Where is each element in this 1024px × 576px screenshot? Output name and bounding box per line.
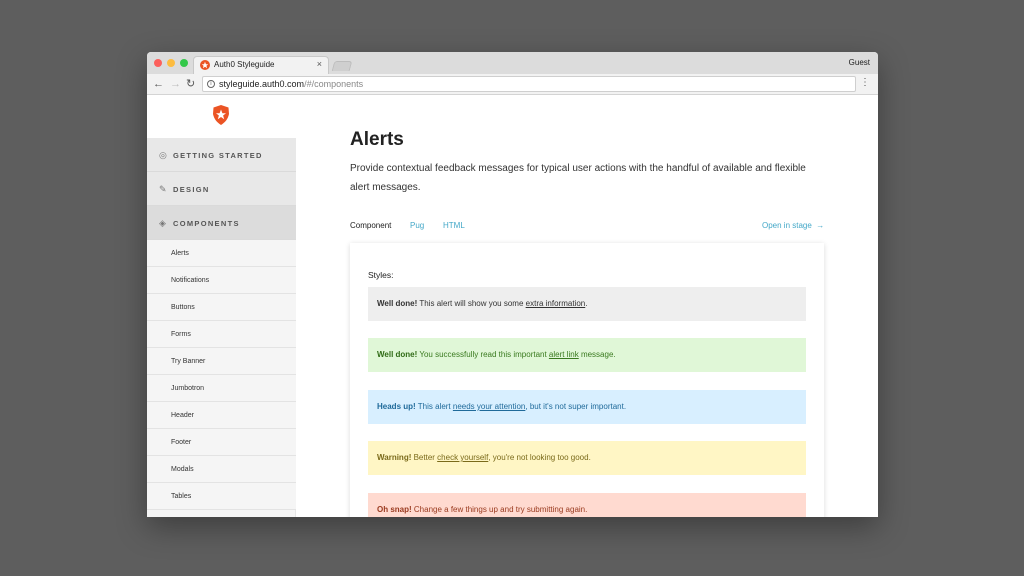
main-content: Alerts Provide contextual feedback messa… [296, 95, 878, 517]
alert-text: Warning! Better check yourself, you're n… [377, 453, 591, 462]
address-bar[interactable]: i styleguide.auth0.com/#/components [202, 76, 856, 92]
alert-text: Well done! You successfully read this im… [377, 350, 616, 359]
alert-message: This alert [415, 402, 453, 411]
alert-strong: Warning! [377, 453, 412, 462]
alert-message-end: message. [578, 350, 616, 359]
sidebar-section-design[interactable]: ✎ DESIGN [147, 172, 296, 206]
info-icon[interactable]: i [207, 80, 215, 88]
new-tab-button[interactable] [331, 61, 353, 71]
alert-strong: Well done! [377, 350, 418, 359]
tab-title: Auth0 Styleguide [214, 60, 275, 69]
tab-html[interactable]: HTML [443, 221, 465, 230]
alert-link[interactable]: alert link [549, 350, 579, 359]
auth0-logo-icon[interactable] [212, 105, 230, 125]
sidebar-item-forms[interactable]: Forms [147, 321, 296, 348]
close-window-button[interactable] [154, 59, 162, 67]
forward-arrow-icon[interactable]: → [170, 77, 181, 91]
alert-message-end: , but it's not super important. [525, 402, 627, 411]
sidebar-item-label: Tables [171, 493, 192, 500]
sidebar-item-label: Try Banner [171, 358, 206, 365]
url-text[interactable]: styleguide.auth0.com/#/components [219, 79, 363, 89]
sidebar-section-label: GETTING STARTED [173, 151, 263, 160]
url-host: styleguide.auth0.com [219, 79, 305, 89]
alert-message: Change a few things up and try submittin… [411, 505, 588, 514]
reload-icon[interactable]: ↻ [186, 77, 195, 91]
alert-warning: Warning! Better check yourself, you're n… [368, 441, 806, 475]
sidebar-item-jumbotron[interactable]: Jumbotron [147, 375, 296, 402]
sidebar-item-label: Forms [171, 331, 191, 338]
alert-link[interactable]: extra information [526, 299, 586, 308]
sidebar-item-footer[interactable]: Footer [147, 429, 296, 456]
alert-strong: Heads up! [377, 402, 416, 411]
page-title: Alerts [350, 129, 404, 150]
sidebar-item-header[interactable]: Header [147, 402, 296, 429]
sidebar-item-label: Notifications [171, 277, 210, 284]
alert-text: Well done! This alert will show you some… [377, 299, 587, 308]
tab-close-icon[interactable]: × [317, 59, 322, 69]
profile-label[interactable]: Guest [849, 58, 870, 67]
alert-message-end: , you're not looking too good. [488, 453, 591, 462]
maximize-window-button[interactable] [180, 59, 188, 67]
sidebar-item-notifications[interactable]: Notifications [147, 267, 296, 294]
alert-strong: Well done! [377, 299, 418, 308]
sidebar-section-label: COMPONENTS [173, 219, 240, 228]
sidebar-section-components[interactable]: ◈ COMPONENTS [147, 206, 296, 240]
alert-text: Heads up! This alert needs your attentio… [377, 402, 626, 411]
arrow-right-icon: → [816, 221, 825, 230]
pencil-icon: ✎ [159, 184, 167, 194]
sidebar: ◎ GETTING STARTED ✎ DESIGN ◈ COMPONENTS … [147, 95, 296, 517]
layers-icon: ◈ [159, 218, 166, 228]
auth0-favicon-icon [200, 60, 210, 70]
browser-tab[interactable]: Auth0 Styleguide × [193, 56, 329, 74]
title-bar: Auth0 Styleguide × Guest [147, 52, 878, 74]
open-in-stage-link[interactable]: Open in stage → [762, 221, 824, 230]
alert-link[interactable]: check yourself [437, 453, 488, 462]
alert-text: Oh snap! Change a few things up and try … [377, 505, 587, 514]
sidebar-item-label: Jumbotron [171, 385, 205, 392]
sidebar-item-label: Footer [171, 439, 192, 446]
styles-label: Styles: [368, 270, 394, 280]
tab-component[interactable]: Component [350, 221, 391, 230]
alert-info: Heads up! This alert needs your attentio… [368, 390, 806, 424]
alert-success: Well done! You successfully read this im… [368, 338, 806, 372]
component-preview-card: Styles: Well done! This alert will show … [350, 243, 824, 517]
sidebar-section-label: DESIGN [173, 185, 210, 194]
alert-message: You successfully read this important [417, 350, 549, 359]
alert-message: Better [411, 453, 438, 462]
tab-pug[interactable]: Pug [410, 221, 424, 230]
alert-default: Well done! This alert will show you some… [368, 287, 806, 321]
sidebar-item-label: Header [171, 412, 194, 419]
back-arrow-icon[interactable]: ← [153, 77, 164, 91]
browser-menu-icon[interactable]: ⋮ [860, 77, 870, 88]
alert-message: This alert will show you some [417, 299, 526, 308]
address-toolbar: ← → ↻ i styleguide.auth0.com/#/component… [147, 74, 878, 95]
alert-danger: Oh snap! Change a few things up and try … [368, 493, 806, 517]
sidebar-item-buttons[interactable]: Buttons [147, 294, 296, 321]
url-path: /#/components [304, 79, 364, 89]
sidebar-item-label: Alerts [171, 250, 189, 257]
page-description: Provide contextual feedback messages for… [350, 163, 806, 193]
browser-window: Auth0 Styleguide × Guest ← → ↻ i stylegu… [147, 52, 878, 517]
minimize-window-button[interactable] [167, 59, 175, 67]
alert-message-end: . [585, 299, 588, 308]
sidebar-item-try-banner[interactable]: Try Banner [147, 348, 296, 375]
logo-area [147, 95, 296, 138]
sidebar-section-getting-started[interactable]: ◎ GETTING STARTED [147, 138, 296, 172]
sidebar-item-tables[interactable]: Tables [147, 483, 296, 510]
page: ◎ GETTING STARTED ✎ DESIGN ◈ COMPONENTS … [147, 95, 878, 517]
alert-link[interactable]: needs your attention [453, 402, 526, 411]
target-icon: ◎ [159, 150, 167, 160]
sidebar-item-alerts[interactable]: Alerts [147, 240, 296, 267]
alert-strong: Oh snap! [377, 505, 412, 514]
sidebar-item-label: Modals [171, 466, 194, 473]
sidebar-item-label: Buttons [171, 304, 195, 311]
open-in-stage-label: Open in stage [762, 221, 812, 230]
sidebar-item-modals[interactable]: Modals [147, 456, 296, 483]
